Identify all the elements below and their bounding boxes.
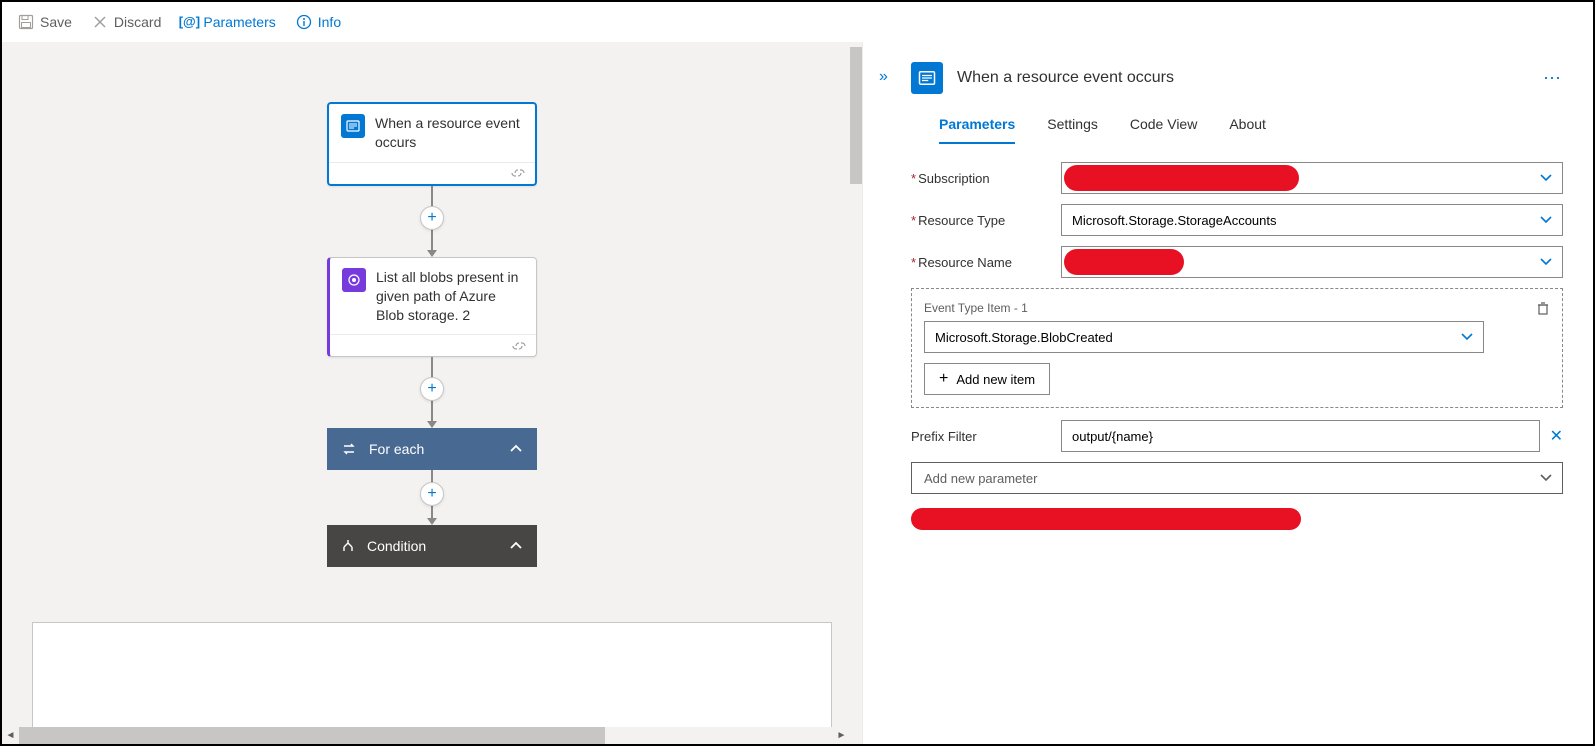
chevron-down-icon [1540,258,1552,266]
event-grid-icon [341,114,365,138]
resource-name-dropdown[interactable] [1061,246,1563,278]
scroll-right-icon[interactable]: ► [833,727,850,744]
foreach-node[interactable]: For each [327,428,537,470]
chevron-down-icon [1540,474,1552,482]
arrow-icon [427,421,437,428]
add-item-label: Add new item [956,372,1035,387]
event-type-dropdown[interactable]: Microsoft.Storage.BlobCreated [924,321,1484,353]
tab-code-view[interactable]: Code View [1130,110,1197,144]
link-icon [512,341,526,351]
save-button[interactable]: Save [18,14,72,30]
panel-title: When a resource event occurs [957,69,1529,87]
save-label: Save [40,14,72,30]
discard-label: Discard [114,14,161,30]
info-button[interactable]: Info [296,14,341,30]
prefix-filter-input[interactable]: output/{name} [1061,420,1540,452]
event-type-group: Event Type Item - 1 Microsoft.Storage.Bl… [911,288,1563,408]
subscription-label: *Subscription [911,171,1061,186]
toolbar: Save Discard [@] Parameters Info [2,2,1593,42]
event-type-value: Microsoft.Storage.BlobCreated [935,330,1113,345]
info-label: Info [318,14,341,30]
discard-button[interactable]: Discard [92,14,161,30]
save-icon [18,14,34,30]
add-step-button-2[interactable]: + [420,377,444,401]
designer-canvas[interactable]: When a resource event occurs + [2,42,863,744]
horizontal-scrollbar[interactable]: ◄ ► [2,727,850,744]
add-new-item-button[interactable]: + Add new item [924,363,1050,395]
parameters-icon: [@] [181,14,197,30]
panel-tabs: Parameters Settings Code View About [911,110,1563,144]
redacted-content [1064,249,1184,275]
condition-node[interactable]: Condition [327,525,537,567]
parameters-button[interactable]: [@] Parameters [181,14,275,30]
redacted-content [911,508,1301,530]
condition-label: Condition [367,538,426,554]
tab-settings[interactable]: Settings [1047,110,1098,144]
scroll-left-icon[interactable]: ◄ [2,727,19,744]
tab-parameters[interactable]: Parameters [939,110,1015,144]
event-grid-icon [911,62,943,94]
condition-icon [341,539,355,553]
action-node-list-blobs[interactable]: List all blobs present in given path of … [327,257,537,358]
foreach-label: For each [369,441,424,457]
info-icon [296,14,312,30]
loop-icon [341,442,357,456]
resource-name-label: *Resource Name [911,255,1061,270]
add-step-button-3[interactable]: + [420,482,444,506]
chevron-down-icon [1540,216,1552,224]
chevron-down-icon [1461,333,1473,341]
parameters-label: Parameters [203,14,275,30]
close-icon [92,14,108,30]
link-icon [511,168,525,178]
foreach-container-outline [32,622,832,744]
add-new-parameter-dropdown[interactable]: Add new parameter [911,462,1563,494]
subscription-dropdown[interactable] [1061,162,1563,194]
redacted-content [1064,165,1299,191]
vertical-scrollbar[interactable] [850,42,862,727]
add-step-button-1[interactable]: + [420,206,444,230]
trigger-node[interactable]: When a resource event occurs [327,102,537,186]
prefix-filter-value: output/{name} [1072,429,1153,444]
resource-type-label: *Resource Type [911,213,1061,228]
arrow-icon [427,518,437,525]
chevron-up-icon[interactable] [509,541,523,551]
resource-type-dropdown[interactable]: Microsoft.Storage.StorageAccounts [1061,204,1563,236]
action-title: List all blobs present in given path of … [376,268,524,325]
resource-type-value: Microsoft.Storage.StorageAccounts [1072,213,1277,228]
collapse-panel-icon[interactable]: » [879,68,888,85]
chevron-up-icon[interactable] [509,444,523,454]
event-type-item-label: Event Type Item - 1 [924,301,1028,315]
arrow-icon [427,250,437,257]
tab-about[interactable]: About [1229,110,1266,144]
more-menu-button[interactable]: ⋯ [1543,68,1563,89]
prefix-filter-label: Prefix Filter [911,429,1061,444]
chevron-down-icon [1540,174,1552,182]
delete-item-icon[interactable] [1536,301,1550,315]
blob-storage-icon [342,268,366,292]
trigger-title: When a resource event occurs [375,114,523,152]
properties-panel: » When a resource event occurs ⋯ Paramet… [863,42,1593,744]
clear-field-icon[interactable]: ✕ [1550,426,1563,446]
plus-icon: + [939,370,948,388]
add-parameter-label: Add new parameter [924,471,1037,486]
